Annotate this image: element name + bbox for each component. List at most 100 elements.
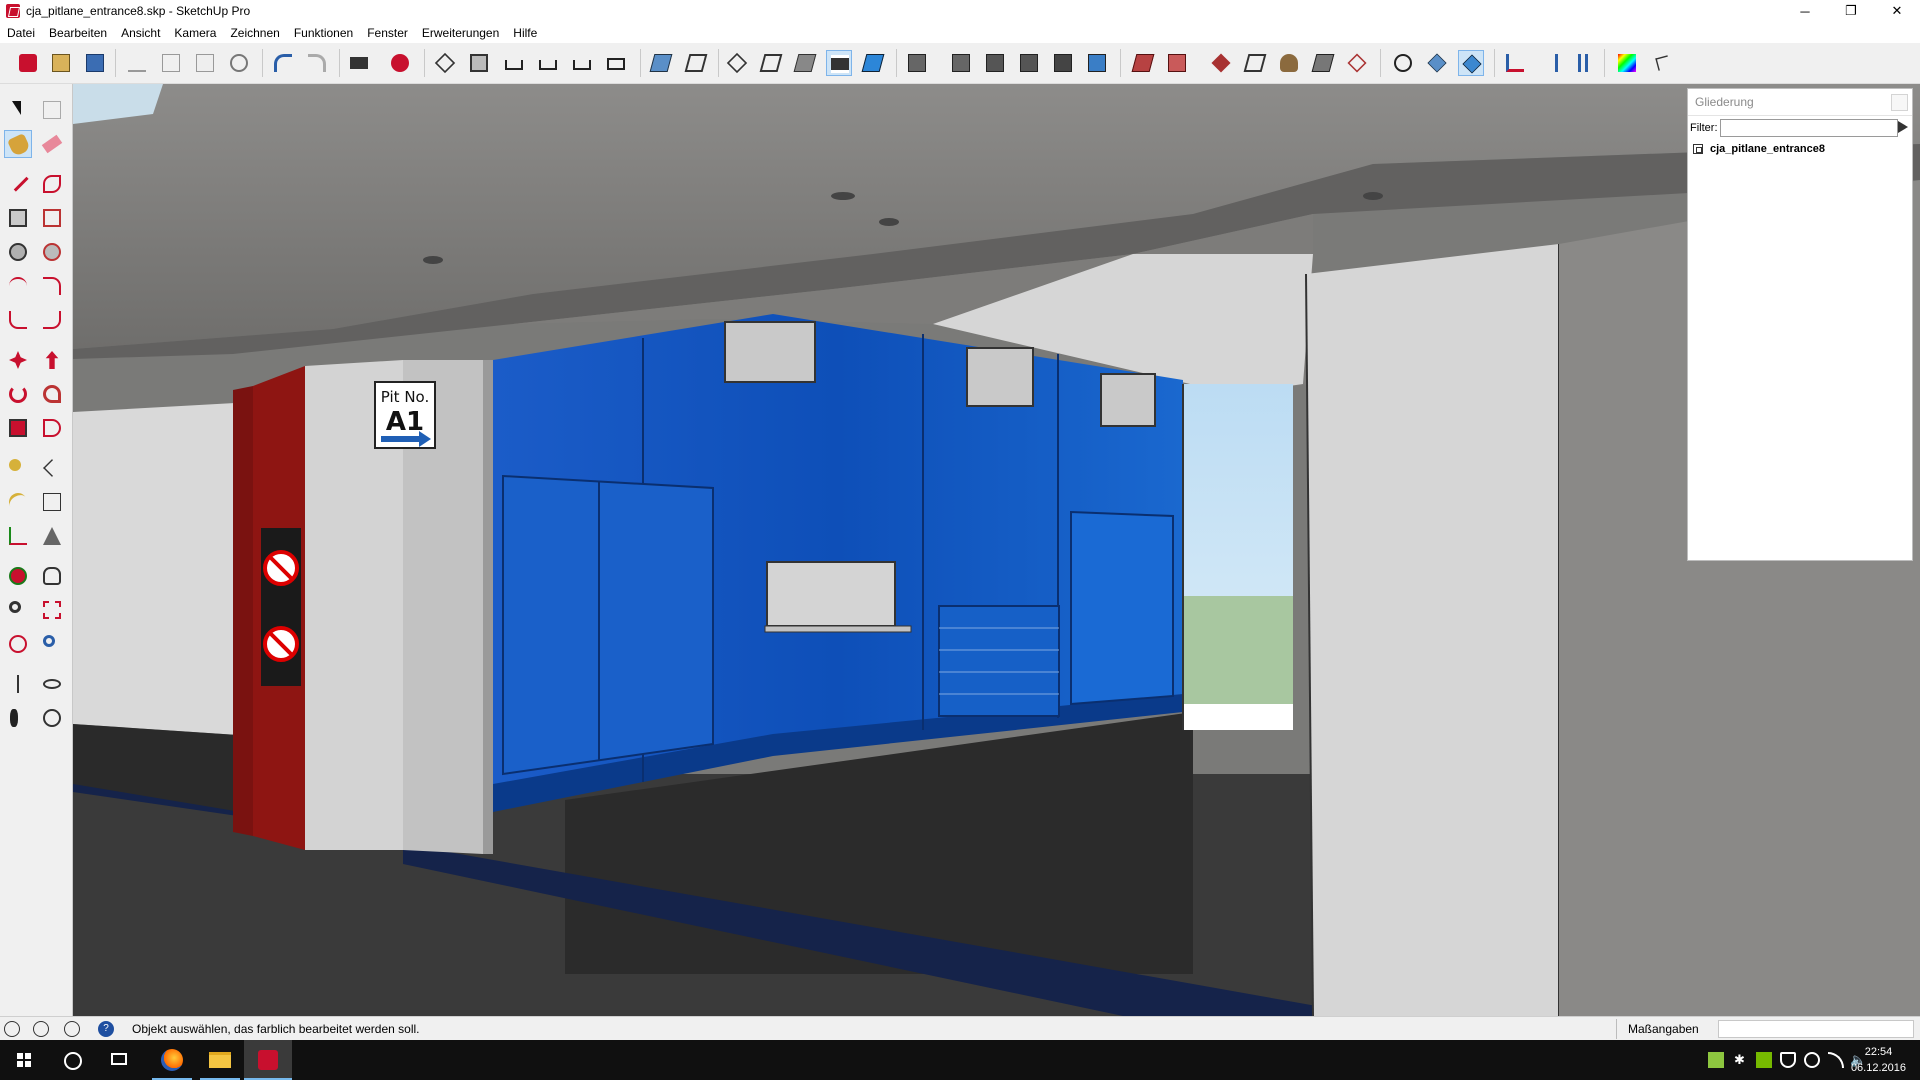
- measurements-input[interactable]: [1718, 1020, 1914, 1038]
- textured-style-button[interactable]: [860, 50, 886, 76]
- new-file-button[interactable]: [15, 50, 41, 76]
- orbit-tool[interactable]: [4, 562, 32, 590]
- filter-input[interactable]: [1720, 119, 1898, 137]
- shield-icon[interactable]: [1780, 1052, 1796, 1068]
- sandbox-from-scratch-button[interactable]: [1164, 50, 1190, 76]
- dimension-tool[interactable]: [38, 454, 66, 482]
- outliner-close-button[interactable]: [1891, 94, 1908, 111]
- right-view-button[interactable]: [569, 50, 595, 76]
- drape-button[interactable]: [1276, 50, 1302, 76]
- 3d-viewport[interactable]: Pit No. A1: [73, 84, 1920, 1016]
- solid-trim-button[interactable]: [1050, 50, 1076, 76]
- 3d-text-tool[interactable]: [38, 522, 66, 550]
- walk-tool[interactable]: [4, 704, 32, 732]
- freehand-tool[interactable]: [38, 170, 66, 198]
- wifi-icon[interactable]: [1828, 1052, 1844, 1068]
- maximize-button[interactable]: ❐: [1828, 0, 1874, 22]
- push-pull-axis-button[interactable]: [1502, 50, 1528, 76]
- vertical-align-button[interactable]: [1570, 50, 1596, 76]
- people-icon[interactable]: [1804, 1052, 1820, 1068]
- rectangle-tool[interactable]: [4, 204, 32, 232]
- outliner-item-model[interactable]: cja_pitlane_entrance8: [1688, 140, 1912, 158]
- redo-button[interactable]: [304, 50, 330, 76]
- line-tool[interactable]: [4, 170, 32, 198]
- save-button[interactable]: [82, 50, 108, 76]
- component-button[interactable]: [432, 50, 458, 76]
- erase-button[interactable]: [226, 50, 252, 76]
- axes-tool[interactable]: [4, 522, 32, 550]
- back-view-button[interactable]: [603, 50, 629, 76]
- pie-tool[interactable]: [38, 306, 66, 334]
- bluetooth-icon[interactable]: ✱: [1734, 1052, 1750, 1068]
- nvidia-icon[interactable]: [1756, 1052, 1772, 1068]
- zoom-extents-tool[interactable]: [4, 630, 32, 658]
- position-camera-tool[interactable]: [4, 670, 32, 698]
- menu-erweiterungen[interactable]: Erweiterungen: [415, 26, 506, 40]
- geo-location-icon[interactable]: [4, 1021, 20, 1037]
- menu-fenster[interactable]: Fenster: [360, 26, 415, 40]
- tray-app-icon[interactable]: [1708, 1052, 1724, 1068]
- follow-me-tool[interactable]: [38, 380, 66, 408]
- menu-kamera[interactable]: Kamera: [167, 26, 223, 40]
- scale-tool[interactable]: [4, 414, 32, 442]
- zoom-window-tool[interactable]: [38, 596, 66, 624]
- close-button[interactable]: ✕: [1874, 0, 1920, 22]
- open-file-button[interactable]: [48, 50, 74, 76]
- rotated-rectangle-tool[interactable]: [38, 204, 66, 232]
- sketchup-app-icon[interactable]: [6, 4, 20, 18]
- section-plane-tool[interactable]: [38, 704, 66, 732]
- start-button[interactable]: [0, 1040, 48, 1080]
- search-button[interactable]: [48, 1040, 96, 1080]
- circle-tool[interactable]: [4, 238, 32, 266]
- sandbox-from-contours-button[interactable]: [1130, 50, 1156, 76]
- look-around-button[interactable]: [1424, 50, 1450, 76]
- menu-funktionen[interactable]: Funktionen: [287, 26, 360, 40]
- section-plane-button[interactable]: [683, 50, 709, 76]
- menu-ansicht[interactable]: Ansicht: [114, 26, 167, 40]
- move-tool[interactable]: [4, 346, 32, 374]
- wireframe-style-button[interactable]: [724, 50, 750, 76]
- task-view-button[interactable]: [96, 1040, 144, 1080]
- align-button[interactable]: [1536, 50, 1562, 76]
- extension-tool-button[interactable]: [1650, 50, 1676, 76]
- offset-tool[interactable]: [38, 414, 66, 442]
- menu-zeichnen[interactable]: Zeichnen: [223, 26, 286, 40]
- taskbar-clock[interactable]: 22:54 06.12.2016: [1851, 1044, 1906, 1076]
- copy-button[interactable]: [158, 50, 184, 76]
- protractor-tool[interactable]: [4, 488, 32, 516]
- iso-view-button[interactable]: [1458, 50, 1484, 76]
- cut-button[interactable]: [124, 50, 150, 76]
- solid-subtract-button[interactable]: [982, 50, 1008, 76]
- paint-bucket-tool[interactable]: [4, 130, 32, 158]
- taskbar-file-explorer[interactable]: [196, 1040, 244, 1080]
- stamp-button[interactable]: [1242, 50, 1268, 76]
- solid-split-button[interactable]: [1084, 50, 1110, 76]
- outliner-expand-arrow-icon[interactable]: [1898, 121, 1908, 133]
- position-camera-button[interactable]: [1390, 50, 1416, 76]
- menu-bearbeiten[interactable]: Bearbeiten: [42, 26, 114, 40]
- undo-button[interactable]: [270, 50, 296, 76]
- push-pull-tool[interactable]: [38, 346, 66, 374]
- house-view-button[interactable]: [501, 50, 527, 76]
- flip-edge-button[interactable]: [1344, 50, 1370, 76]
- smoove-button[interactable]: [1208, 50, 1234, 76]
- x-ray-style-button[interactable]: [826, 50, 852, 76]
- group-button[interactable]: [466, 50, 492, 76]
- user-account-icon[interactable]: [64, 1021, 80, 1037]
- top-view-button[interactable]: [648, 50, 674, 76]
- solid-union-button[interactable]: [948, 50, 974, 76]
- minimize-button[interactable]: ─: [1782, 0, 1828, 22]
- tape-measure-tool[interactable]: [4, 454, 32, 482]
- credits-icon[interactable]: [33, 1021, 49, 1037]
- materials-button[interactable]: [1614, 50, 1640, 76]
- edge-style-button[interactable]: [758, 50, 784, 76]
- layer-group-button[interactable]: [904, 50, 930, 76]
- make-component-tool[interactable]: [38, 96, 66, 124]
- add-detail-button[interactable]: [1310, 50, 1336, 76]
- solid-intersect-button[interactable]: [1016, 50, 1042, 76]
- eraser-tool[interactable]: [38, 130, 66, 158]
- taskbar-sketchup[interactable]: [244, 1040, 292, 1080]
- menu-hilfe[interactable]: Hilfe: [506, 26, 544, 40]
- three-point-arc-tool[interactable]: [4, 306, 32, 334]
- shaded-style-button[interactable]: [792, 50, 818, 76]
